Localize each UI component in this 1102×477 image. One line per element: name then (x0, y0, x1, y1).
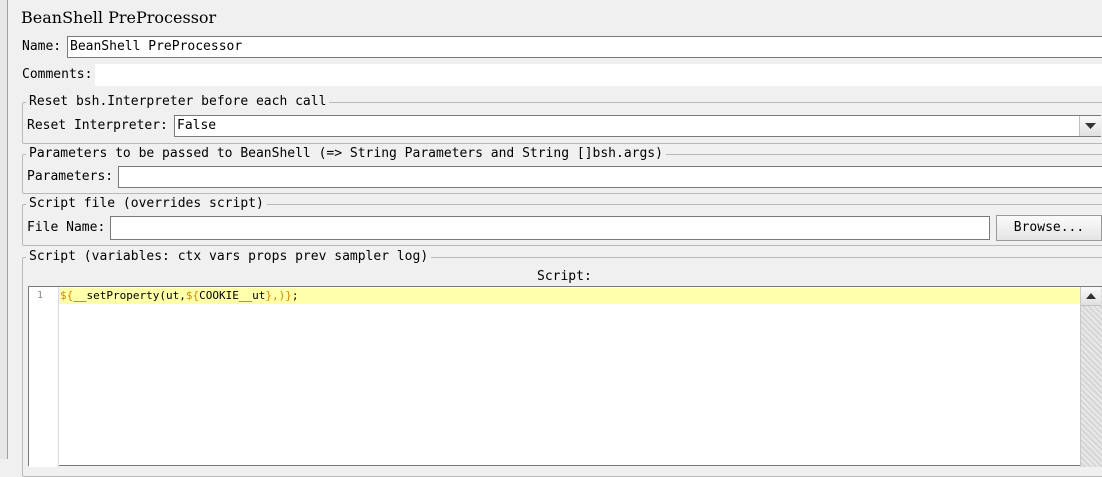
arrow-up-icon (1086, 293, 1096, 299)
reset-interpreter-select[interactable]: False (174, 115, 1101, 137)
code-line[interactable]: ${__setProperty(ut,${COOKIE__ut},)}; (60, 289, 298, 303)
line-number: 1 (37, 290, 44, 301)
scroll-up-button[interactable] (1081, 287, 1101, 306)
code-token: },)} (265, 289, 292, 302)
reset-interpreter-value: False (177, 118, 217, 133)
file-name-input[interactable] (110, 216, 990, 240)
comments-label: Comments: (22, 67, 93, 82)
chevron-down-icon (1085, 123, 1096, 129)
reset-interpreter-legend: Reset bsh.Interpreter before each call (26, 94, 330, 110)
parameters-input[interactable] (118, 166, 1102, 188)
browse-button[interactable]: Browse... (996, 215, 1102, 241)
code-token: ${ (185, 289, 200, 302)
reset-interpreter-label: Reset Interpreter: (27, 118, 168, 133)
line-number-gutter (29, 287, 59, 467)
parameters-label: Parameters: (27, 169, 114, 184)
panel-title: BeanShell PreProcessor (21, 8, 217, 27)
name-input[interactable]: BeanShell PreProcessor (67, 36, 1102, 58)
script-legend: Script (variables: ctx vars props prev s… (26, 249, 432, 265)
left-splitter (0, 0, 8, 459)
vertical-scrollbar[interactable] (1080, 287, 1102, 467)
code-token: ${ (60, 289, 74, 302)
code-token: ; (291, 289, 299, 302)
name-label: Name: (22, 39, 62, 54)
comments-input[interactable] (95, 64, 1102, 86)
file-name-label: File Name: (27, 220, 106, 235)
code-token: COOKIE__ut (199, 289, 266, 302)
parameters-legend: Parameters to be passed to BeanShell (=>… (26, 146, 666, 162)
code-token: __setProperty(ut, (73, 289, 186, 302)
dropdown-button[interactable] (1079, 116, 1101, 136)
script-editor[interactable]: 1 ${__setProperty(ut,${COOKIE__ut},)}; (28, 286, 1102, 467)
script-header: Script: (537, 269, 592, 284)
script-file-legend: Script file (overrides script) (26, 196, 267, 212)
